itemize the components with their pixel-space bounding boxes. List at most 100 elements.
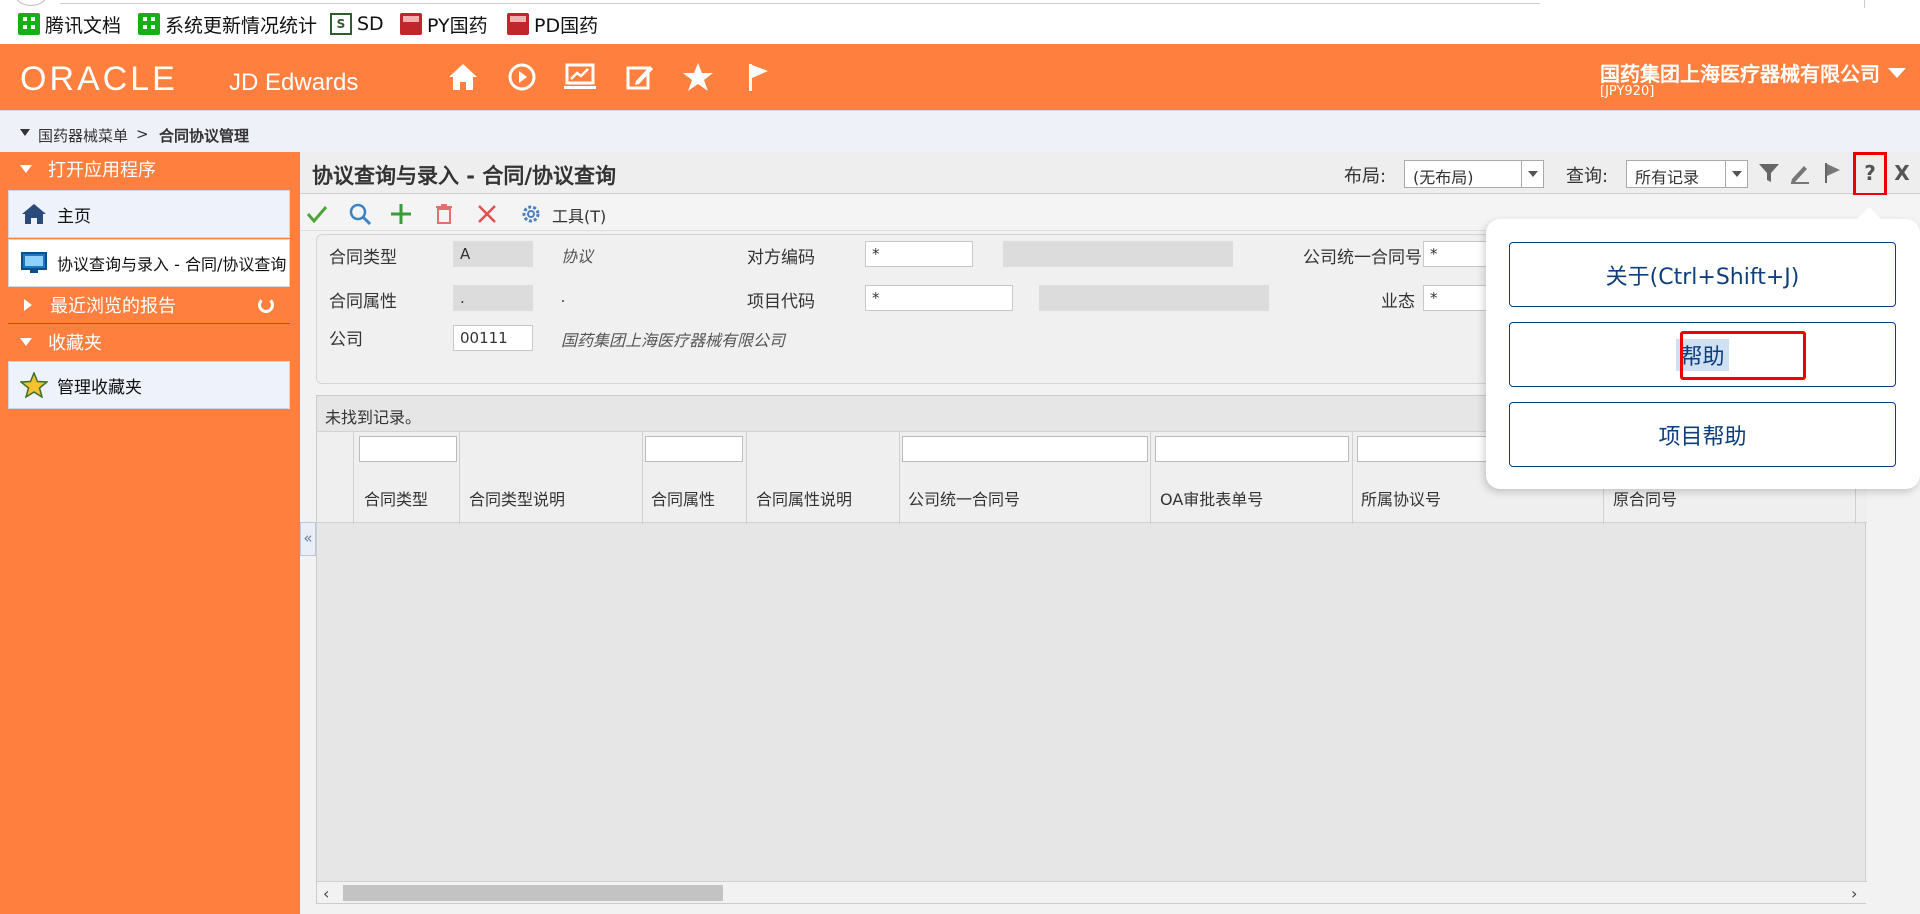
tools-menu[interactable]: 工具(T) — [552, 203, 606, 227]
about-button[interactable]: 关于(Ctrl+Shift+J) — [1509, 242, 1896, 307]
open-apps-title: 打开应用程序 — [48, 160, 156, 181]
column-divider — [899, 432, 900, 524]
column-divider — [1352, 432, 1353, 524]
recent-reports-header[interactable]: 最近浏览的报告 — [8, 288, 290, 322]
edit-icon[interactable] — [622, 60, 656, 94]
gear-icon[interactable] — [518, 201, 544, 227]
bookmark-system-update-stats[interactable]: 系统更新情况统计 — [138, 12, 317, 37]
layout-select[interactable]: (无布局) — [1404, 160, 1544, 188]
collapse-sidebar-button[interactable]: « — [300, 522, 316, 556]
filter-icon[interactable] — [1757, 161, 1781, 185]
column-header[interactable]: OA审批表单号 — [1160, 486, 1263, 510]
column-header[interactable]: 合同类型说明 — [469, 486, 565, 510]
scroll-left-icon[interactable]: ‹ — [323, 884, 329, 903]
oracle-logo: ORACLE — [20, 60, 178, 98]
refresh-icon[interactable] — [258, 297, 274, 313]
bookmark-py[interactable]: PY国药 — [400, 12, 488, 37]
sidebar-item-current-app[interactable]: 协议查询与录入 - 合同/协议查询 — [8, 239, 290, 287]
column-filter-input[interactable] — [1155, 436, 1349, 462]
help-menu-popup: 关于(Ctrl+Shift+J) 帮助 项目帮助 — [1486, 207, 1920, 489]
sidebar-item-label: 主页 — [57, 206, 91, 227]
cancel-icon[interactable] — [474, 201, 500, 227]
toolbar-separator — [1864, 0, 1865, 8]
chevron-down-icon[interactable] — [1888, 68, 1906, 78]
search-icon[interactable] — [347, 201, 373, 227]
sidebar: 打开应用程序 主页 协议查询与录入 - 合同/协议查询 最近浏览的报告 收藏夹 … — [0, 152, 300, 914]
page-title: 协议查询与录入 - 合同/协议查询 — [312, 164, 617, 188]
favorites-header[interactable]: 收藏夹 — [8, 325, 290, 359]
flag-icon[interactable] — [1820, 161, 1844, 185]
project-code-field[interactable]: * — [865, 285, 1013, 311]
sidebar-item-label: 管理收藏夹 — [57, 377, 142, 398]
caret-right-icon — [24, 299, 32, 311]
home-icon — [19, 199, 49, 229]
breadcrumb-menu[interactable]: 国药器械菜单 — [38, 125, 128, 146]
oracle-icon — [507, 13, 529, 35]
business-field[interactable]: * — [1423, 285, 1493, 311]
jde-logo-text: JD Edwards — [229, 69, 359, 96]
recent-reports-title: 最近浏览的报告 — [50, 296, 176, 317]
item-help-button[interactable]: 项目帮助 — [1509, 402, 1896, 467]
watchlist-icon[interactable] — [563, 60, 597, 94]
column-header[interactable]: 合同类型 — [364, 486, 428, 510]
column-header[interactable]: 所属协议号 — [1361, 486, 1441, 510]
breadcrumb-caret-icon[interactable] — [20, 129, 30, 136]
personalize-icon[interactable] — [1788, 161, 1812, 185]
home-icon[interactable] — [446, 60, 480, 94]
bookmark-label: SD — [357, 13, 384, 35]
star-icon — [19, 370, 49, 400]
bookmark-tencent-docs[interactable]: 腾讯文档 — [18, 12, 121, 37]
business-label: 业态 — [1381, 292, 1415, 312]
recent-icon[interactable] — [505, 60, 539, 94]
column-filter-input[interactable] — [359, 436, 457, 462]
query-select[interactable]: 所有记录 — [1626, 160, 1748, 188]
column-header[interactable]: 原合同号 — [1613, 486, 1677, 510]
column-divider — [642, 432, 643, 524]
project-code-desc — [1039, 285, 1269, 311]
open-apps-header[interactable]: 打开应用程序 — [8, 152, 290, 186]
add-icon[interactable] — [388, 201, 414, 227]
counterparty-field[interactable]: * — [865, 241, 973, 267]
delete-icon[interactable] — [431, 201, 457, 227]
contract-attr-label: 合同属性 — [329, 292, 397, 312]
bookmarks-bar: 腾讯文档 系统更新情况统计 S SD PY国药 PD国药 — [0, 0, 1920, 44]
column-filter-input[interactable] — [1357, 436, 1487, 462]
scroll-right-icon[interactable]: › — [1851, 884, 1857, 903]
environment-code: [JPY920] — [1600, 84, 1655, 99]
column-header[interactable]: 合同属性说明 — [756, 486, 852, 510]
help-button-highlight — [1680, 331, 1806, 380]
scrollbar-thumb[interactable] — [343, 885, 723, 901]
company-name[interactable]: 国药集团上海医疗器械有限公司 — [1600, 58, 1880, 87]
sidebar-item-label: 协议查询与录入 - 合同/协议查询 — [57, 255, 287, 274]
query-select-value: 所有记录 — [1635, 168, 1700, 187]
sidebar-item-home[interactable]: 主页 — [8, 190, 290, 238]
horizontal-scrollbar[interactable]: ‹ › — [317, 881, 1867, 903]
query-label: 查询: — [1566, 166, 1609, 187]
bookmark-sd[interactable]: S SD — [330, 12, 384, 36]
ok-check-icon[interactable] — [304, 201, 330, 227]
bookmark-label: PD国药 — [534, 14, 599, 37]
contract-attr-field[interactable]: . — [453, 285, 533, 311]
column-header[interactable]: 公司统一合同号 — [908, 486, 1020, 510]
favorites-star-icon[interactable] — [681, 60, 715, 94]
column-filter-input[interactable] — [902, 436, 1148, 462]
help-button[interactable]: 帮助 — [1509, 322, 1896, 387]
sidebar-item-manage-favorites[interactable]: 管理收藏夹 — [8, 361, 290, 409]
caret-down-icon — [20, 165, 32, 173]
contract-type-label: 合同类型 — [329, 248, 397, 268]
counterparty-desc — [1003, 241, 1233, 267]
close-icon[interactable]: X — [1890, 161, 1914, 185]
browser-button-edge — [14, 0, 48, 6]
flag-icon[interactable] — [741, 60, 775, 94]
counterparty-label: 对方编码 — [747, 248, 815, 268]
contract-type-field[interactable]: A — [453, 241, 533, 267]
address-bar-edge — [60, 0, 1540, 4]
company-field[interactable]: 00111 — [453, 325, 533, 351]
bookmark-pd[interactable]: PD国药 — [507, 12, 599, 37]
sd-icon: S — [330, 13, 352, 35]
bookmark-label: PY国药 — [427, 14, 488, 37]
company-contract-field[interactable]: * — [1423, 241, 1493, 267]
column-filter-input[interactable] — [645, 436, 743, 462]
column-divider — [353, 432, 354, 524]
column-header[interactable]: 合同属性 — [651, 486, 715, 510]
